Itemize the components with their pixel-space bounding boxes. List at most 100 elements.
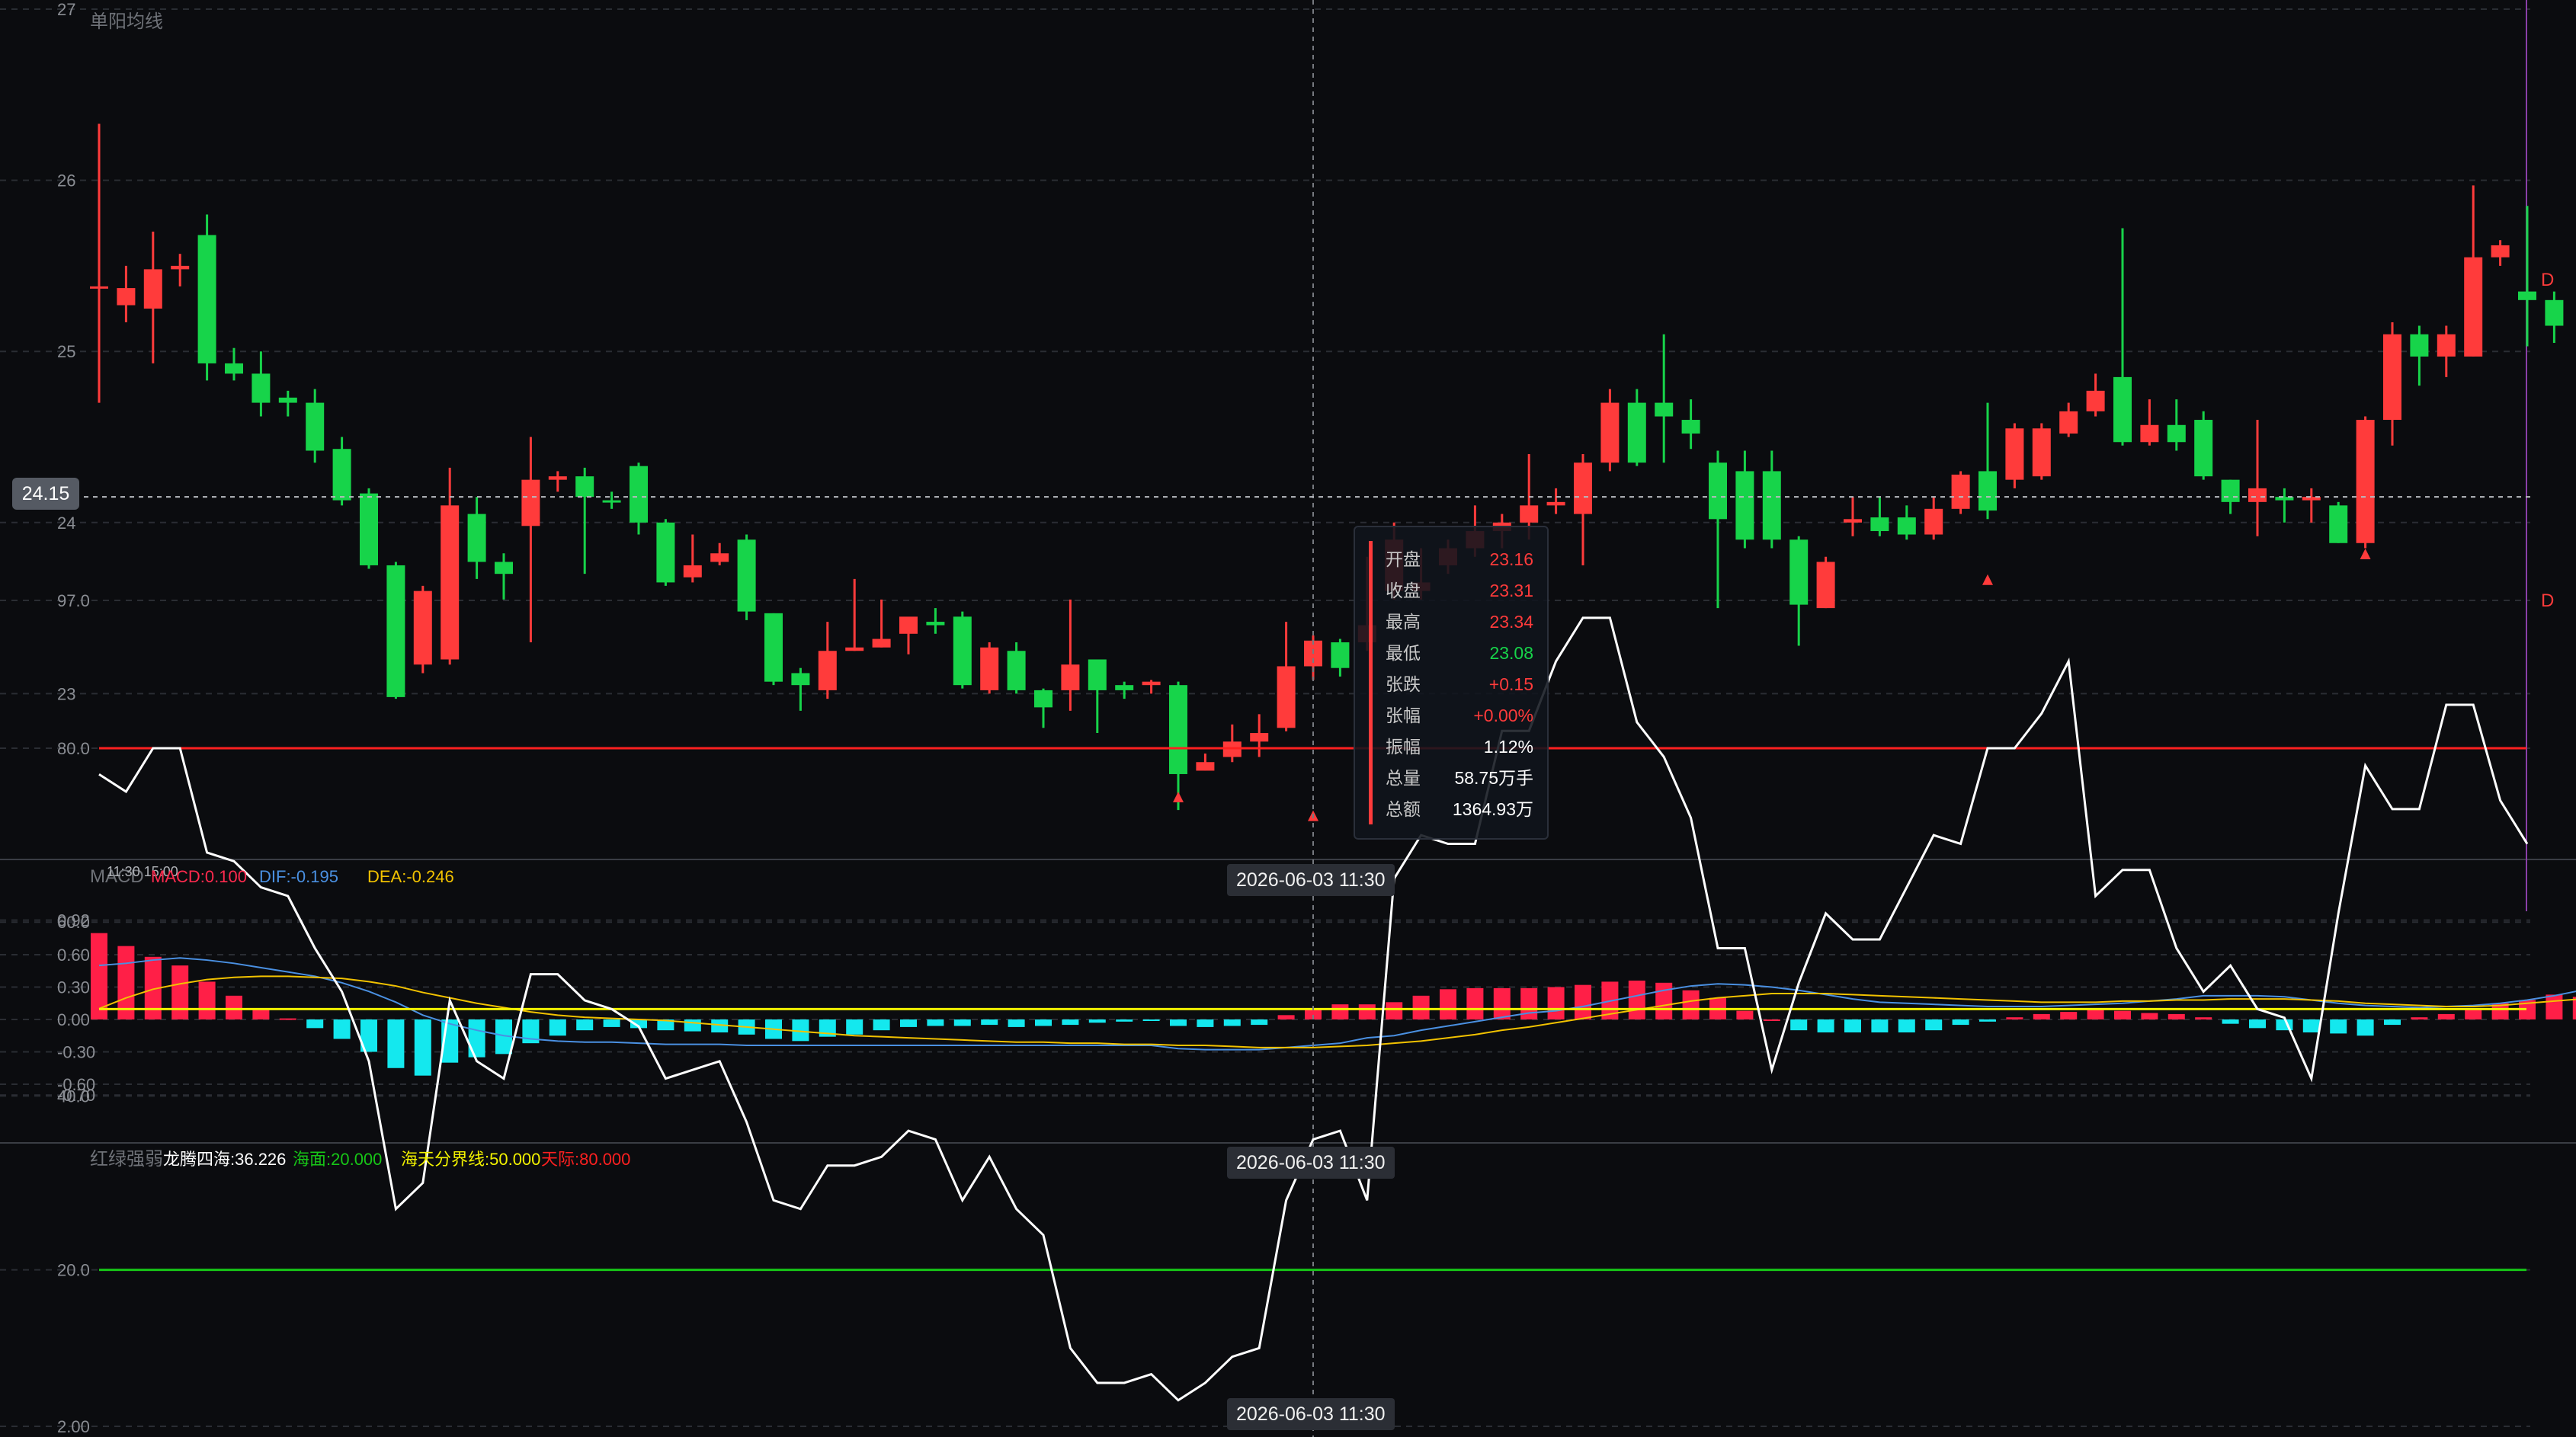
candle-body bbox=[1951, 474, 1970, 509]
macd-bar bbox=[1170, 1019, 1187, 1026]
tooltip-key: 总额 bbox=[1386, 799, 1421, 819]
candle-body bbox=[1681, 420, 1700, 434]
y-tick-label: 0.60 bbox=[57, 946, 90, 965]
tooltip-row: 张幅 +0.00% bbox=[1386, 700, 1533, 731]
candle-body bbox=[2329, 505, 2348, 543]
macd-bar bbox=[1142, 1019, 1160, 1021]
candle-body bbox=[143, 269, 162, 309]
candle-body bbox=[656, 522, 675, 583]
candle-body bbox=[1735, 471, 1754, 540]
candle-body bbox=[2140, 424, 2159, 443]
macd-bar bbox=[1736, 1010, 1754, 1019]
macd-bar bbox=[576, 1019, 594, 1031]
y-tick-label: 80.0 bbox=[57, 739, 90, 758]
candle-body bbox=[548, 476, 567, 480]
macd-bar bbox=[2249, 1019, 2266, 1029]
macd-bar bbox=[1682, 990, 1700, 1019]
candle-body bbox=[1277, 666, 1296, 728]
candle-body bbox=[441, 505, 460, 660]
y-tick-label: 20.0 bbox=[57, 1261, 90, 1280]
tooltip-row: 总量 58.75万手 bbox=[1386, 763, 1533, 793]
macd-bar bbox=[279, 1018, 296, 1020]
macd-bar bbox=[2437, 1013, 2455, 1019]
macd-bar bbox=[1871, 1019, 1889, 1033]
y-tick-label: 27 bbox=[57, 0, 75, 19]
candle-body bbox=[1978, 471, 1997, 511]
macd-histogram bbox=[91, 933, 2576, 1076]
crosshair-time-label-main: 2026-06-03 11:30 bbox=[1227, 864, 1395, 896]
kline-chart[interactable]: 27262524230.920.600.300.00-0.30-0.60-0.7… bbox=[0, 0, 2576, 1437]
candle-body bbox=[2248, 488, 2267, 502]
candle-body bbox=[2356, 420, 2375, 543]
macd-bar bbox=[2411, 1017, 2428, 1019]
tooltip-key: 振幅 bbox=[1386, 737, 1421, 757]
macd-bar bbox=[252, 1008, 270, 1019]
tooltip-value: 58.75万手 bbox=[1454, 768, 1533, 788]
candle-body bbox=[1061, 664, 1080, 690]
candle-body bbox=[2221, 479, 2240, 502]
tooltip-value: 23.08 bbox=[1489, 643, 1533, 663]
macd-bar bbox=[171, 965, 189, 1019]
candle-body bbox=[413, 590, 432, 665]
macd-bar bbox=[953, 1019, 971, 1026]
macd-bar bbox=[1763, 1019, 1780, 1021]
main-title: 单阳均线 bbox=[90, 11, 163, 32]
crosshair-time-label-macd: 2026-06-03 11:30 bbox=[1227, 1147, 1395, 1179]
candle-body bbox=[2059, 411, 2078, 434]
candle-body bbox=[2518, 291, 2536, 300]
candle-body bbox=[1115, 685, 1134, 690]
y-axis-labels: 27262524230.920.600.300.00-0.30-0.60-0.7… bbox=[57, 0, 95, 1436]
candle-body bbox=[225, 363, 243, 374]
tooltip-row: 张跌 +0.15 bbox=[1386, 669, 1533, 699]
candle-body bbox=[1844, 519, 1862, 523]
macd-bar bbox=[2033, 1013, 2050, 1019]
tooltip-key: 最低 bbox=[1386, 643, 1421, 663]
candle-body bbox=[953, 616, 972, 686]
y-tick-label: 0.30 bbox=[57, 978, 90, 997]
candle-body bbox=[764, 613, 783, 682]
candle-body bbox=[1789, 539, 1809, 605]
candle-body bbox=[845, 647, 864, 651]
macd-bar bbox=[1116, 1019, 1133, 1022]
y-tick-label: 26 bbox=[57, 171, 75, 190]
candle-body bbox=[1331, 642, 1350, 668]
candle-body bbox=[467, 514, 486, 562]
candle-body bbox=[1709, 462, 1727, 520]
candle-body bbox=[386, 565, 405, 697]
osc-legend-item: 龙腾四海:36.226 bbox=[163, 1150, 286, 1169]
macd-bar bbox=[1386, 1002, 1403, 1019]
macd-bar bbox=[684, 1019, 701, 1032]
tooltip-value: 23.16 bbox=[1489, 549, 1533, 569]
macd-bar bbox=[1197, 1019, 1214, 1027]
tooltip-accent-bar bbox=[1369, 541, 1373, 824]
candle-body bbox=[1250, 733, 1269, 742]
buy-signal-arrow bbox=[1982, 574, 1993, 585]
candle-body bbox=[980, 647, 999, 690]
candle-body bbox=[1924, 508, 1943, 535]
tooltip-row: 总额 1364.93万 bbox=[1386, 794, 1533, 824]
macd-bar bbox=[981, 1019, 998, 1026]
candle-body bbox=[360, 493, 378, 565]
candle-body bbox=[1897, 517, 1916, 535]
right-marker: D bbox=[2541, 590, 2554, 611]
macd-bar bbox=[1008, 1019, 1025, 1027]
macd-bar bbox=[1898, 1019, 1915, 1033]
macd-bar bbox=[873, 1019, 890, 1031]
candle-body bbox=[1816, 562, 1835, 609]
macd-bar bbox=[1790, 1019, 1808, 1031]
macd-bar bbox=[2546, 994, 2563, 1019]
macd-bar bbox=[1575, 984, 1591, 1019]
candle-body bbox=[926, 622, 945, 626]
candle-body bbox=[2464, 257, 2483, 357]
candle-body bbox=[1870, 517, 1889, 532]
main-candles bbox=[90, 123, 2564, 811]
candle-body bbox=[1007, 651, 1026, 690]
macd-bar bbox=[1223, 1019, 1241, 1026]
tooltip-key: 总量 bbox=[1386, 768, 1421, 788]
candle-body bbox=[2167, 424, 2186, 443]
macd-bar bbox=[2087, 1010, 2104, 1019]
candle-body bbox=[332, 449, 351, 501]
tooltip-key: 开盘 bbox=[1386, 549, 1421, 569]
candle-body bbox=[2437, 334, 2456, 357]
candle-body bbox=[1546, 501, 1565, 506]
